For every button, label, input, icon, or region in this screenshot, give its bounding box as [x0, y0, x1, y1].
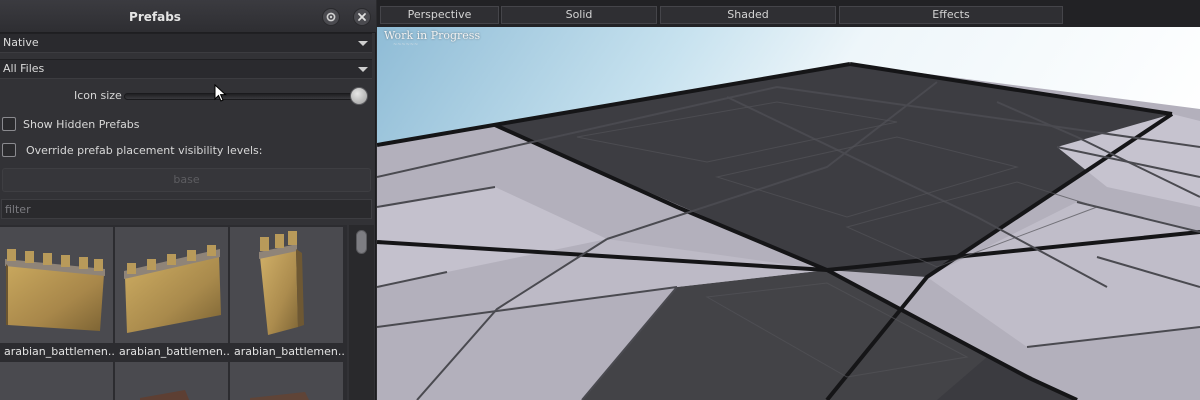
viewport-toolbar: Perspective Solid Shaded Effects [377, 0, 1200, 28]
prefab-thumbnail [230, 362, 343, 400]
prefab-thumbnail [230, 227, 343, 343]
prefab-item-label: arabian_battlemen... [234, 345, 345, 358]
override-visibility-checkbox[interactable] [2, 143, 16, 157]
prefab-thumbnail [0, 227, 113, 343]
files-dropdown[interactable]: All Files [0, 59, 372, 79]
override-visibility-label: Override prefab placement visibility lev… [26, 144, 263, 157]
gear-icon[interactable] [322, 8, 340, 26]
prefab-thumbnail [0, 362, 113, 400]
icon-size-slider-thumb[interactable] [350, 87, 368, 105]
prefab-item[interactable] [0, 362, 113, 400]
chevron-down-icon [358, 67, 368, 72]
prefab-item[interactable]: arabian_battlemen... [230, 227, 345, 362]
watermark-subtext: ~~~~~~ [393, 42, 419, 48]
3d-viewport[interactable]: Work in Progress ~~~~~~ [377, 27, 1200, 400]
files-dropdown-value: All Files [3, 62, 45, 75]
chevron-down-icon [358, 41, 368, 46]
source-dropdown-value: Native [3, 36, 39, 49]
prefab-item-label: arabian_battlemen... [119, 345, 230, 358]
prefab-item[interactable] [115, 362, 228, 400]
effects-tab[interactable]: Effects [839, 6, 1063, 24]
prefabs-panel: Prefabs Native All Files Icon size Show … [0, 0, 376, 400]
base-button[interactable]: base [2, 168, 371, 192]
icon-size-slider[interactable] [124, 93, 368, 100]
shaded-tab[interactable]: Shaded [660, 6, 836, 24]
prefab-item-label: arabian_battlemen... [4, 345, 115, 358]
prefab-thumbnail [115, 227, 228, 343]
perspective-tab[interactable]: Perspective [380, 6, 499, 24]
work-in-progress-watermark: Work in Progress [384, 29, 481, 42]
panel-header: Prefabs [0, 0, 376, 33]
prefab-grid: arabian_battlemen... arabian_battlemen..… [0, 225, 347, 400]
source-dropdown[interactable]: Native [0, 33, 372, 53]
mouse-cursor-icon [214, 84, 227, 102]
scene-render [377, 27, 1200, 400]
show-hidden-prefabs-label: Show Hidden Prefabs [23, 118, 140, 131]
filter-input[interactable] [1, 199, 372, 219]
solid-tab[interactable]: Solid [501, 6, 657, 24]
icon-size-label: Icon size [74, 89, 122, 102]
prefab-item[interactable]: arabian_battlemen... [115, 227, 230, 362]
close-icon[interactable] [353, 8, 371, 26]
prefab-item[interactable] [230, 362, 343, 400]
panel-title: Prefabs [129, 10, 181, 24]
scrollbar-thumb[interactable] [356, 230, 367, 254]
show-hidden-prefabs-checkbox[interactable] [2, 117, 16, 131]
prefab-grid-scrollbar[interactable] [349, 225, 374, 400]
prefab-thumbnail [115, 362, 228, 400]
prefab-item[interactable]: arabian_battlemen... [0, 227, 115, 362]
